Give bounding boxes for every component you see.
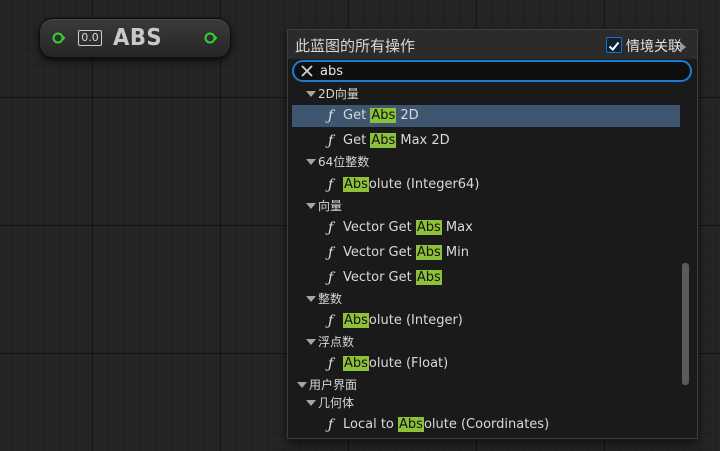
node-title: ABS [113, 25, 163, 51]
results-tree[interactable]: 2D向量 ƒ Get Abs 2D ƒ Get Abs Max 2D 64位整数 ƒ Abso… [288, 83, 697, 435]
category-row[interactable]: 浮点数 [292, 331, 680, 353]
function-icon: ƒ [328, 270, 334, 286]
function-icon: ƒ [328, 133, 334, 149]
search-match-highlight: Abs [415, 270, 442, 285]
category-label: 64位整数 [318, 155, 370, 169]
output-pin-icon[interactable] [204, 31, 218, 45]
context-sensitive-label[interactable]: 情境关联 [626, 36, 682, 56]
function-label: Vector Get Abs Min [343, 242, 469, 264]
collapse-arrow-icon[interactable] [306, 159, 316, 165]
category-label: 2D向量 [318, 87, 359, 101]
category-row[interactable]: 2D向量 [292, 83, 680, 105]
function-item[interactable]: ƒ Vector Get Abs Min [292, 242, 680, 264]
category-row[interactable]: 整数 [292, 288, 680, 310]
expand-arrow-icon[interactable] [680, 42, 686, 52]
label-suffix: Max 2D [396, 133, 450, 148]
search-match-highlight: Abs [343, 313, 369, 328]
search-input[interactable] [320, 62, 660, 80]
category-label: 浮点数 [318, 335, 355, 349]
function-item[interactable]: ƒ Absolute (Float) [292, 353, 680, 375]
function-icon: ƒ [328, 108, 334, 124]
action-menu-header: 此蓝图的所有操作 情境关联 [288, 30, 697, 59]
function-item[interactable]: ƒ Vector Get Abs Max [292, 217, 680, 239]
category-row[interactable]: 向量 [292, 195, 680, 217]
function-item[interactable]: ƒ Get Abs 2D [292, 105, 680, 127]
collapse-arrow-icon[interactable] [306, 339, 316, 345]
category-label: 几何体 [318, 396, 355, 410]
function-icon: ƒ [328, 245, 334, 261]
category-label: 整数 [318, 292, 343, 306]
float-type-badge: 0.0 [78, 30, 102, 46]
collapse-arrow-icon[interactable] [297, 382, 307, 388]
function-label: Vector Get Abs Max [343, 217, 473, 239]
function-label: Get Abs Max 2D [343, 130, 450, 152]
function-item[interactable]: ƒ Local to Absolute (Coordinates) [292, 414, 680, 435]
label-suffix: olute (Float) [368, 356, 449, 371]
label-suffix: Max [441, 220, 473, 235]
search-match-highlight: Abs [343, 356, 369, 371]
label-suffix: 2D [396, 108, 419, 123]
function-label: Absolute (Float) [343, 353, 448, 375]
search-match-highlight: Abs [370, 108, 397, 123]
input-pin-icon[interactable] [52, 31, 66, 45]
function-icon: ƒ [328, 313, 334, 329]
label-prefix: Vector Get [343, 245, 416, 260]
function-icon: ƒ [328, 417, 334, 433]
function-label: Get Abs 2D [343, 105, 419, 127]
context-sensitive-checkbox[interactable] [606, 37, 622, 53]
function-icon: ƒ [328, 177, 334, 193]
search-match-highlight: Abs [370, 133, 397, 148]
function-item[interactable]: ƒ Vector Get Abs [292, 267, 680, 289]
function-label: Vector Get Abs [343, 267, 442, 289]
category-label: 向量 [318, 199, 343, 213]
label-prefix: Get [343, 133, 371, 148]
search-match-highlight: Abs [398, 417, 424, 432]
label-prefix: Vector Get [343, 270, 416, 285]
category-row[interactable]: 64位整数 [292, 151, 680, 173]
label-suffix: Min [441, 245, 469, 260]
search-match-highlight: Abs [343, 177, 369, 192]
category-row[interactable]: 几何体 [292, 392, 680, 414]
clear-search-icon[interactable] [300, 64, 314, 78]
function-item[interactable]: ƒ Absolute (Integer64) [292, 174, 680, 196]
scrollbar-thumb[interactable] [682, 263, 689, 385]
label-prefix: Vector Get [343, 220, 416, 235]
collapse-arrow-icon[interactable] [306, 296, 316, 302]
search-box[interactable] [292, 60, 692, 82]
label-prefix: Local to [343, 417, 399, 432]
function-icon: ƒ [328, 220, 334, 236]
function-icon: ƒ [328, 356, 334, 372]
collapse-arrow-icon[interactable] [306, 91, 316, 97]
function-item[interactable]: ƒ Get Abs Max 2D [292, 130, 680, 152]
function-item[interactable]: ƒ Absolute (Integer) [292, 310, 680, 332]
search-match-highlight: Abs [415, 245, 442, 260]
label-suffix: olute (Integer) [368, 313, 463, 328]
action-menu-title: 此蓝图的所有操作 [295, 37, 416, 55]
function-label: Absolute (Integer64) [343, 174, 479, 196]
label-prefix: Get [343, 108, 371, 123]
label-suffix: olute (Coordinates) [423, 417, 550, 432]
label-suffix: olute (Integer64) [368, 177, 480, 192]
function-label: Absolute (Integer) [343, 310, 463, 332]
collapse-arrow-icon[interactable] [306, 203, 316, 209]
action-menu: 此蓝图的所有操作 情境关联 2D向量ƒGet Abs 2DƒGet Abs Ma… [287, 29, 698, 439]
collapse-arrow-icon[interactable] [306, 400, 316, 406]
function-label: Local to Absolute (Coordinates) [343, 414, 549, 435]
search-match-highlight: Abs [415, 220, 442, 235]
checkmark-icon [608, 41, 620, 51]
abs-node[interactable]: 0.0 ABS [39, 18, 231, 58]
